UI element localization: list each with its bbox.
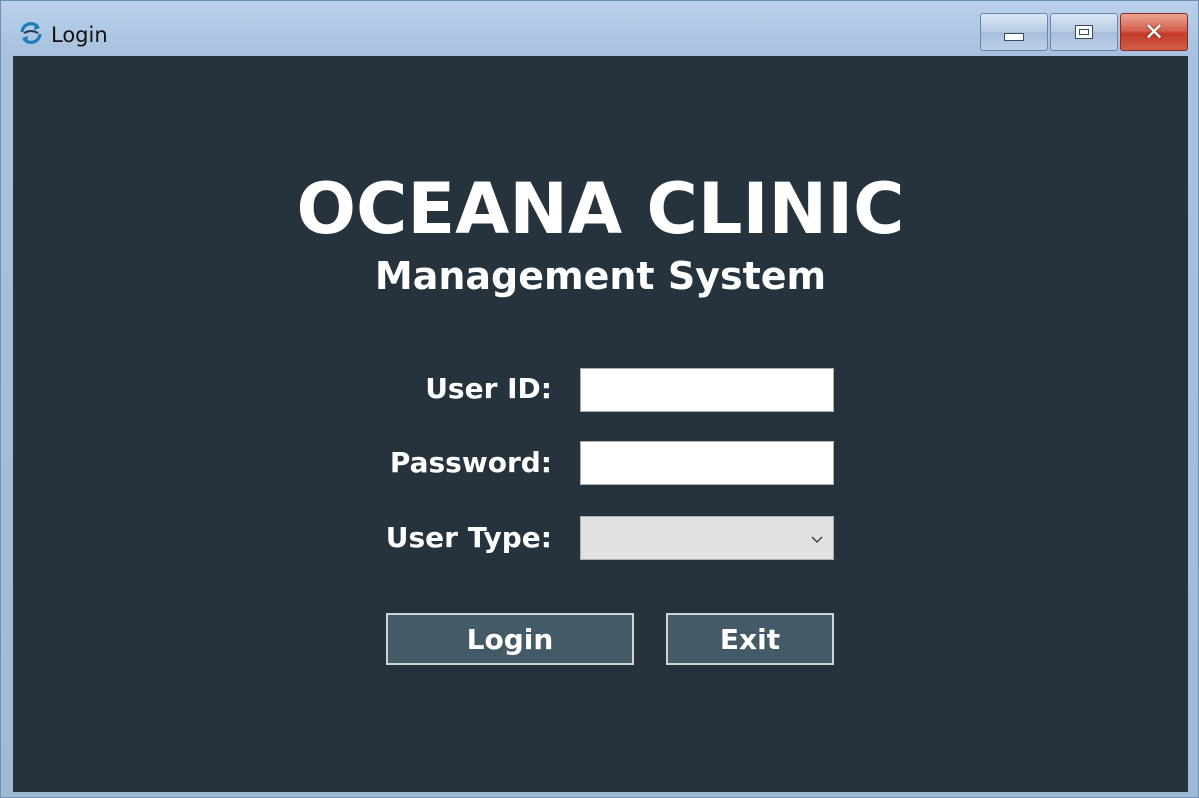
title-bar[interactable]: Login ✕ <box>1 1 1198 56</box>
window-title: Login <box>51 23 108 47</box>
maximize-icon <box>1075 25 1093 39</box>
user-type-dropdown[interactable] <box>580 516 834 560</box>
password-label: Password: <box>389 446 552 479</box>
chevron-down-icon <box>811 530 823 543</box>
close-icon: ✕ <box>1143 18 1165 46</box>
user-id-input[interactable] <box>580 368 834 412</box>
login-panel: OCEANA CLINIC Management System User ID:… <box>13 56 1188 792</box>
password-input[interactable] <box>580 441 834 485</box>
minimize-icon <box>1004 33 1024 41</box>
maximize-button[interactable] <box>1050 13 1118 51</box>
exit-button[interactable]: Exit <box>666 613 834 665</box>
close-button[interactable]: ✕ <box>1120 13 1188 51</box>
user-id-label: User ID: <box>425 372 552 405</box>
login-button[interactable]: Login <box>386 613 634 665</box>
user-type-label: User Type: <box>385 521 552 554</box>
minimize-button[interactable] <box>980 13 1048 51</box>
login-window: Login ✕ OCEANA CLINIC Management System … <box>0 0 1199 798</box>
refresh-icon <box>18 21 44 45</box>
app-title: OCEANA CLINIC <box>296 168 905 250</box>
app-subtitle: Management System <box>374 254 827 298</box>
